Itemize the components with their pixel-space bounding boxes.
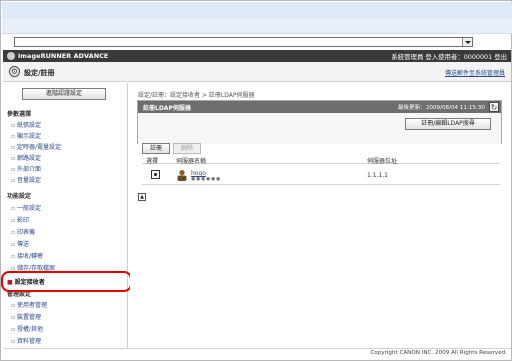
delete-button: 刪除 [173, 143, 201, 154]
sidebar: 進階認證設定 參數選擇 紙張設定 顯示設定 定時器/電量設定 網路設定 外部介面… [3, 83, 128, 357]
footer: Copyright CANON INC. 2009 All Rights Res… [3, 348, 511, 357]
title-bar: ⚙ 設定/註冊 傳送郵件至系統管理員 [3, 62, 511, 82]
advanced-auth-button[interactable]: 進階認證設定 [22, 88, 106, 100]
sidebar-item-user-management[interactable]: 使用者管理 [11, 300, 47, 309]
settings-gear-icon: ⚙ [9, 66, 20, 77]
sidebar-item-receive-forward[interactable]: 接收/轉寄 [11, 251, 43, 260]
sidebar-item-timer-power[interactable]: 定時器/電量設定 [11, 142, 61, 151]
sidebar-item-external-interface[interactable]: 外部介面 [11, 164, 41, 173]
col-server-name: 伺服器名稱 [176, 158, 207, 165]
server-user-icon [177, 170, 187, 181]
col-select: 選擇 [146, 158, 159, 165]
refresh-icon[interactable]: ↻ [489, 102, 499, 112]
copyright: Copyright CANON INC. 2009 All Rights Res… [370, 350, 507, 356]
mail-admin-link[interactable]: 傳送郵件至系統管理員 [445, 68, 505, 77]
select-radio[interactable] [151, 170, 160, 179]
sidebar-item-data-management[interactable]: 資料管理 [11, 336, 41, 345]
sidebar-item-network[interactable]: 網路設定 [11, 153, 41, 162]
server-name-sub: ●●●●●● [191, 177, 222, 182]
section-preferences: 參數選擇 [7, 111, 32, 118]
panel-header: 註冊LDAP伺服器 最後更新：2009/08/04 11:15:30 ↻ [138, 101, 501, 113]
address-bar[interactable] [14, 37, 473, 47]
section-function: 功能設定 [7, 193, 32, 200]
user-info[interactable]: 系統管理員 登入使用者：0000001 登出 [391, 52, 507, 61]
sidebar-item-send[interactable]: 傳送 [11, 239, 29, 248]
ldap-panel: 註冊LDAP伺服器 最後更新：2009/08/04 11:15:30 ↻ 註冊/… [137, 100, 502, 144]
browser-toolbar [2, 18, 512, 34]
register-edit-ldap-search-button[interactable]: 註冊/編輯LDAP搜尋 [405, 118, 491, 130]
col-server-address: 伺服器位址 [367, 158, 398, 165]
server-address: 1.1.1.1 [367, 172, 388, 179]
page-frame: imageRUNNER ADVANCE 系統管理員 登入使用者：0000001 … [0, 0, 512, 361]
server-name-link[interactable]: hogo [191, 170, 206, 177]
sidebar-item-printer[interactable]: 印表機 [11, 227, 35, 236]
table-header: 選擇 伺服器名稱 伺服器位址 [142, 156, 500, 165]
last-update: 最後更新：2009/08/04 11:15:30 [397, 105, 485, 111]
page-title: 設定/註冊 [24, 69, 55, 77]
main-content: 設定/註冊：設定接收者 > 註冊LDAP伺服器 註冊LDAP伺服器 最後更新：2… [130, 83, 511, 357]
panel-title: 註冊LDAP伺服器 [143, 105, 191, 112]
back-to-top-icon[interactable]: ▲ [138, 193, 146, 201]
panel-body: 註冊/編輯LDAP搜尋 [138, 113, 501, 144]
address-dropdown-icon[interactable] [462, 38, 472, 46]
browser-titlebar [2, 2, 512, 18]
register-button[interactable]: 註冊 [142, 143, 170, 154]
app-header: imageRUNNER ADVANCE 系統管理員 登入使用者：0000001 … [3, 50, 511, 62]
sidebar-item-copy[interactable]: 影印 [11, 215, 29, 224]
table-row: hogo ●●●●●● 1.1.1.1 [142, 168, 500, 185]
active-item-highlight [1, 271, 132, 292]
sidebar-item-device-management[interactable]: 裝置管理 [11, 312, 41, 321]
sidebar-item-volume[interactable]: 音量設定 [11, 175, 41, 184]
sidebar-item-paper[interactable]: 紙張設定 [11, 120, 41, 129]
sidebar-item-general[interactable]: 一般設定 [11, 203, 41, 212]
breadcrumb: 設定/註冊：設定接收者 > 註冊LDAP伺服器 [138, 92, 255, 99]
sidebar-item-license-other[interactable]: 授權/其他 [11, 324, 43, 333]
canon-logo-icon [7, 52, 15, 60]
brand-name: imageRUNNER ADVANCE [18, 52, 109, 60]
sidebar-item-display[interactable]: 顯示設定 [11, 131, 41, 140]
